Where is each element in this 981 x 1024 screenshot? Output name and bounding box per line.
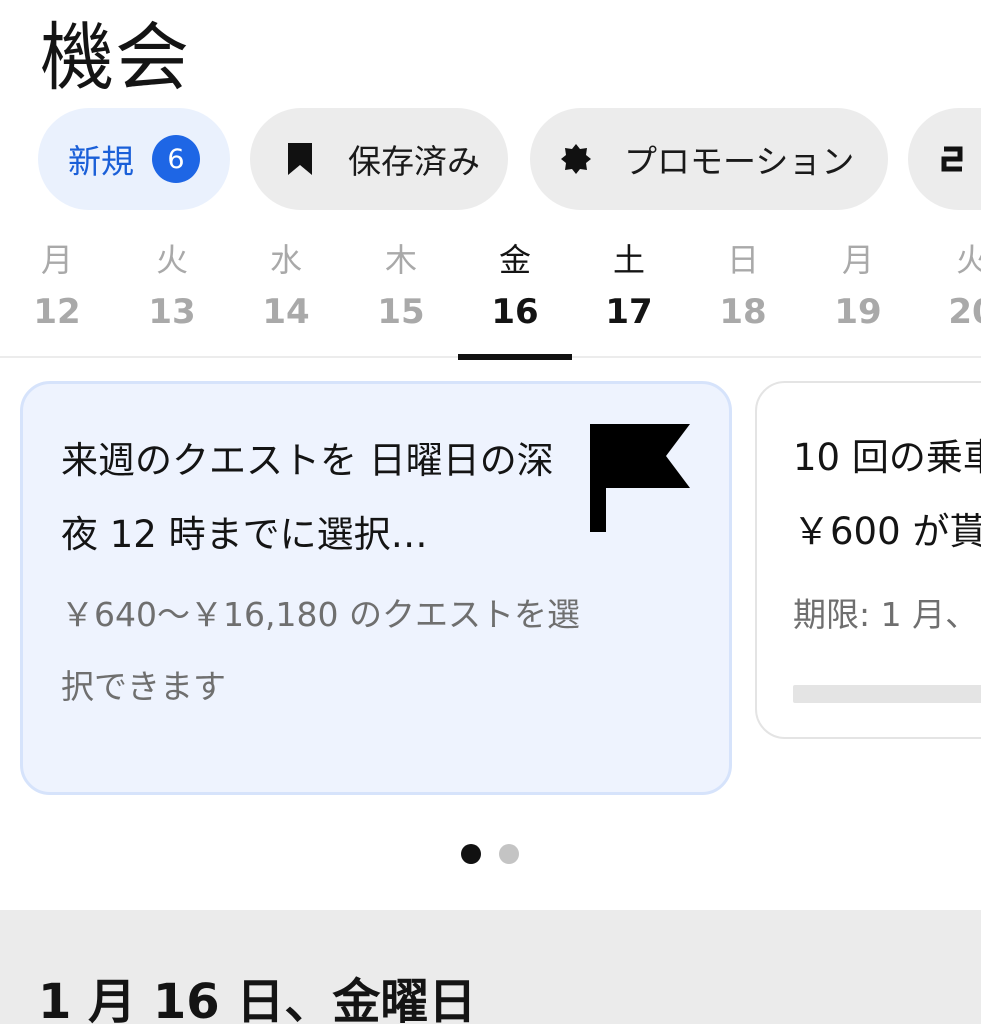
- rides-promo-card[interactable]: 10 回の乗車 ￥600 が貰 期限: 1 月、: [755, 381, 981, 739]
- date-tab-selected[interactable]: 金 16: [465, 236, 565, 340]
- day-number: 19: [834, 292, 882, 332]
- selected-date-indicator: [458, 354, 572, 360]
- day-number: 16: [491, 292, 539, 332]
- day-number: 20: [948, 292, 981, 332]
- date-strip: 月 12 火 13 水 14 木 15 金 16 土 17 日 18 月 19: [0, 236, 981, 356]
- rides-card-title: 10 回の乗車 ￥600 が貰: [793, 421, 981, 569]
- chip-route[interactable]: [908, 108, 981, 210]
- day-number: 17: [605, 292, 653, 332]
- day-number: 12: [33, 292, 81, 332]
- chip-saved[interactable]: 保存済み: [250, 108, 508, 210]
- badge-icon: [560, 141, 592, 177]
- weekday-label: 土: [612, 241, 645, 279]
- chip-new[interactable]: 新規 6: [38, 108, 230, 210]
- day-number: 13: [148, 292, 196, 332]
- weekday-label: 月: [841, 241, 874, 279]
- flag-icon: [590, 424, 690, 532]
- chip-new-label: 新規: [68, 142, 134, 181]
- weekday-label: 日: [726, 241, 759, 279]
- filter-chips: 新規 6 保存済み プロモーション: [0, 108, 981, 210]
- chip-saved-label: 保存済み: [348, 142, 480, 181]
- date-tab[interactable]: 月 19: [808, 236, 908, 340]
- quest-card-subtitle: ￥640〜￥16,180 のクエストを選択できます: [61, 595, 580, 706]
- chip-promotions[interactable]: プロモーション: [530, 108, 888, 210]
- day-number: 18: [719, 292, 767, 332]
- weekday-label: 火: [955, 241, 981, 279]
- date-tab[interactable]: 月 12: [7, 236, 107, 340]
- date-tab[interactable]: 土 17: [579, 236, 679, 340]
- rides-progress-bar: [793, 685, 981, 703]
- opportunities-screen: 機会 新規 6 保存済み プロモーション 月 12 火 13 水 14 木 15…: [0, 0, 981, 1024]
- quest-card[interactable]: 来週のクエストを 日曜日の深夜 12 時までに選択… ￥640〜￥16,180 …: [20, 381, 732, 795]
- new-count-badge: 6: [152, 135, 200, 183]
- date-tab[interactable]: 火 13: [122, 236, 222, 340]
- rides-card-subtitle: 期限: 1 月、: [793, 595, 979, 634]
- pagination-dot[interactable]: [499, 844, 519, 864]
- chip-promotions-label: プロモーション: [624, 142, 855, 181]
- carousel-pagination: [0, 844, 981, 864]
- bookmark-icon: [284, 141, 316, 177]
- day-number: 15: [377, 292, 425, 332]
- route-icon: [936, 141, 968, 177]
- weekday-label: 火: [155, 241, 188, 279]
- day-number: 14: [262, 292, 310, 332]
- weekday-label: 金: [498, 241, 531, 279]
- section-date-heading: 1 月 16 日、金曜日: [38, 974, 477, 1024]
- weekday-label: 木: [384, 241, 417, 279]
- date-tab[interactable]: 木 15: [351, 236, 451, 340]
- date-tab[interactable]: 日 18: [693, 236, 793, 340]
- rides-card-title-line1: 10 回の乗車: [793, 436, 981, 479]
- pagination-dot-active[interactable]: [461, 844, 481, 864]
- day-section: 1 月 16 日、金曜日: [0, 910, 981, 1024]
- weekday-label: 月: [40, 241, 73, 279]
- date-tab[interactable]: 水 14: [236, 236, 336, 340]
- quest-card-title: 来週のクエストを 日曜日の深夜 12 時までに選択…: [61, 439, 554, 556]
- rides-card-title-line2: ￥600 が貰: [793, 510, 981, 553]
- weekday-label: 水: [269, 241, 302, 279]
- date-tab[interactable]: 火 20: [922, 236, 981, 340]
- page-title: 機会: [40, 15, 190, 101]
